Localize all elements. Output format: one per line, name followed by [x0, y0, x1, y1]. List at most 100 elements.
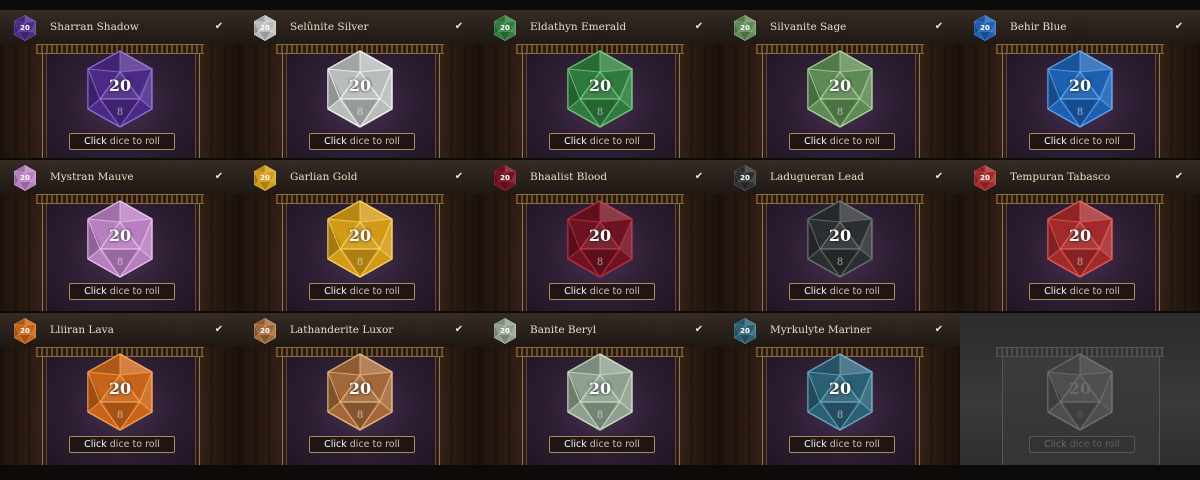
- dice-lower-face-number: 8: [836, 107, 844, 118]
- dice-card[interactable]: 20 Bhaalist Blood ✔ 20 8 Click dice to roll: [480, 160, 720, 311]
- roll-dice-button[interactable]: Click dice to roll: [69, 133, 175, 150]
- roll-label-suffix: dice to roll: [1066, 286, 1120, 297]
- dice-card-header: 20 Bhaalist Blood ✔: [480, 160, 720, 194]
- swatch-number: 20: [980, 24, 990, 32]
- dice-face-number: 20: [348, 379, 372, 398]
- dice-card[interactable]: 20 Banite Beryl ✔ 20 8 Click dice to roll: [480, 313, 720, 465]
- roll-dice-button[interactable]: Click dice to roll: [309, 436, 415, 453]
- dice-card-header: 20 Selûnite Silver ✔: [240, 10, 480, 44]
- dice-name: Silvanite Sage: [770, 21, 847, 33]
- dice-lower-face-number: 8: [836, 257, 844, 268]
- dice-card[interactable]: 20 Sharran Shadow ✔ 20 8 Click dice to roll: [0, 10, 240, 158]
- roll-label-suffix: dice to roll: [106, 286, 160, 297]
- dice-card[interactable]: 20 Lliiran Lava ✔ 20 8 Click dice to roll: [0, 313, 240, 465]
- dice-card-header: 20 Garlian Gold ✔: [240, 160, 480, 194]
- dice-lower-face-number: 8: [356, 107, 364, 118]
- dice-name: Ladugueran Lead: [770, 171, 864, 183]
- roll-label-prefix: Click: [1044, 439, 1067, 450]
- dice-card-header: 20 Tempuran Tabasco ✔: [960, 160, 1200, 194]
- dice-card[interactable]: 20 Eldathyn Emerald ✔ 20 8 Click dice to roll: [480, 10, 720, 158]
- dice-card-header: 20 Silvanite Sage ✔: [720, 10, 960, 44]
- roll-dice-button[interactable]: Click dice to roll: [549, 436, 655, 453]
- dice-swatch-icon: 20: [253, 318, 277, 344]
- checkmark-icon[interactable]: ✔: [212, 323, 226, 337]
- dice-swatch-icon: 20: [733, 165, 757, 191]
- dice-lower-face-number: 8: [116, 107, 124, 118]
- roll-label-suffix: dice to roll: [346, 439, 400, 450]
- dice-swatch-icon: 20: [733, 318, 757, 344]
- dice-swatch-icon: 20: [13, 15, 37, 41]
- dice-face-number: 20: [1068, 379, 1092, 398]
- dice-swatch-icon: 20: [13, 318, 37, 344]
- dice-card-header: 20 Mystran Mauve ✔: [0, 160, 240, 194]
- checkmark-icon[interactable]: ✔: [1172, 20, 1186, 34]
- checkmark-icon[interactable]: ✔: [932, 170, 946, 184]
- dice-card[interactable]: 20 Myrkulyte Mariner ✔ 20 8 Click dice to rol…: [720, 313, 960, 465]
- checkmark-icon[interactable]: ✔: [692, 323, 706, 337]
- dice-card-header: 20 Myrkulyte Mariner ✔: [720, 313, 960, 347]
- roll-dice-button[interactable]: Click dice to roll: [549, 133, 655, 150]
- dice-card[interactable]: 20 Lathanderite Luxor ✔ 20 8 Click dice to ro…: [240, 313, 480, 465]
- dice-swatch-icon: 20: [493, 15, 517, 41]
- dice-lower-face-number: 8: [116, 410, 124, 421]
- dice-face-number: 20: [348, 226, 372, 245]
- roll-label-suffix: dice to roll: [346, 136, 400, 147]
- dice-card[interactable]: 20 Selûnite Silver ✔ 20 8 Click dice to roll: [240, 10, 480, 158]
- checkmark-icon[interactable]: ✔: [452, 20, 466, 34]
- dice-card[interactable]: 20 Garlian Gold ✔ 20 8 Click dice to roll: [240, 160, 480, 311]
- dice-card[interactable]: 20 Behir Blue ✔ 20 8 Click dice to roll: [960, 10, 1200, 158]
- checkmark-icon[interactable]: ✔: [212, 170, 226, 184]
- roll-dice-button[interactable]: Click dice to roll: [549, 283, 655, 300]
- roll-label-prefix: Click: [564, 286, 587, 297]
- checkmark-icon[interactable]: ✔: [692, 20, 706, 34]
- roll-dice-button[interactable]: Click dice to roll: [309, 283, 415, 300]
- roll-dice-button[interactable]: Click dice to roll: [1029, 283, 1135, 300]
- checkmark-icon[interactable]: ✔: [452, 323, 466, 337]
- roll-dice-button[interactable]: Click dice to roll: [789, 436, 895, 453]
- dice-card[interactable]: 20 Mystran Mauve ✔ 20 8 Click dice to roll: [0, 160, 240, 311]
- dice-lower-face-number: 8: [596, 410, 604, 421]
- roll-label-prefix: Click: [1044, 286, 1067, 297]
- dice-name: Bhaalist Blood: [530, 171, 608, 183]
- checkmark-icon[interactable]: ✔: [692, 170, 706, 184]
- checkmark-icon[interactable]: ✔: [212, 20, 226, 34]
- dice-lower-face-number: 8: [1076, 107, 1084, 118]
- dice-name: Eldathyn Emerald: [530, 21, 627, 33]
- checkmark-icon[interactable]: ✔: [932, 20, 946, 34]
- checkmark-icon[interactable]: ✔: [1172, 170, 1186, 184]
- checkmark-icon[interactable]: ✔: [932, 323, 946, 337]
- dice-card-header: 20 Sharran Shadow ✔: [0, 10, 240, 44]
- roll-label-suffix: dice to roll: [586, 286, 640, 297]
- roll-dice-button[interactable]: Click dice to roll: [309, 133, 415, 150]
- dice-lower-face-number: 8: [116, 257, 124, 268]
- roll-dice-button[interactable]: Click dice to roll: [69, 436, 175, 453]
- roll-dice-button[interactable]: Click dice to roll: [69, 283, 175, 300]
- roll-label-suffix: dice to roll: [826, 439, 880, 450]
- dice-face-number: 20: [1068, 226, 1092, 245]
- dice-face-number: 20: [588, 226, 612, 245]
- swatch-number: 20: [500, 327, 510, 335]
- checkmark-icon[interactable]: ✔: [452, 170, 466, 184]
- dice-swatch-icon: 20: [973, 15, 997, 41]
- roll-label-prefix: Click: [84, 136, 107, 147]
- roll-label-suffix: dice to roll: [586, 136, 640, 147]
- swatch-number: 20: [500, 24, 510, 32]
- roll-dice-button[interactable]: Click dice to roll: [789, 283, 895, 300]
- dice-name: Lathanderite Luxor: [290, 324, 394, 336]
- dice-card[interactable]: 20 Tempuran Tabasco ✔ 20 8 Click dice to roll: [960, 160, 1200, 311]
- roll-label-prefix: Click: [324, 136, 347, 147]
- dice-card[interactable]: 20 Ladugueran Lead ✔ 20 8 Click dice to roll: [720, 160, 960, 311]
- roll-label-suffix: dice to roll: [106, 439, 160, 450]
- roll-label-prefix: Click: [804, 286, 827, 297]
- dice-face-number: 20: [588, 76, 612, 95]
- roll-dice-button[interactable]: Click dice to roll: [1029, 133, 1135, 150]
- dice-card[interactable]: 20 Silvanite Sage ✔ 20 8 Click dice to roll: [720, 10, 960, 158]
- dice-name: Banite Beryl: [530, 324, 597, 336]
- roll-dice-button[interactable]: Click dice to roll: [789, 133, 895, 150]
- dice-swatch-icon: 20: [253, 165, 277, 191]
- roll-label-prefix: Click: [1044, 136, 1067, 147]
- roll-label-suffix: dice to roll: [346, 286, 400, 297]
- roll-label-prefix: Click: [324, 439, 347, 450]
- roll-label-prefix: Click: [804, 439, 827, 450]
- dice-face-number: 20: [828, 226, 852, 245]
